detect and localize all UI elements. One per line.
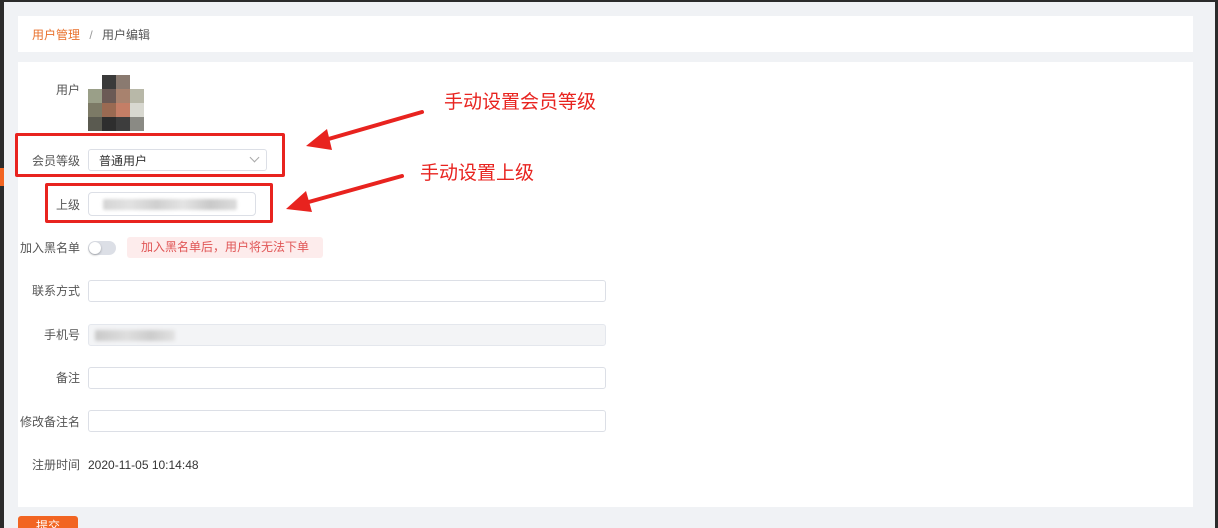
sidebar-active-marker <box>0 168 4 186</box>
breadcrumb-user-management-link[interactable]: 用户管理 <box>32 28 80 42</box>
toggle-knob <box>89 242 101 254</box>
user-label: 用户 <box>55 83 80 97</box>
window-frame-left <box>0 0 4 528</box>
annotation-text-superior: 手动设置上级 <box>420 162 535 184</box>
user-avatar <box>88 75 144 131</box>
contact-field[interactable] <box>88 280 606 302</box>
window-frame-top <box>0 0 1218 2</box>
blacklist-toggle[interactable] <box>88 241 116 255</box>
register-time-label: 注册时间 <box>31 458 80 472</box>
remark-field[interactable] <box>88 367 606 389</box>
submit-button[interactable]: 提交 <box>18 516 78 528</box>
breadcrumb-current: 用户编辑 <box>102 28 151 42</box>
annotation-box-member-level <box>15 133 285 177</box>
contact-label: 联系方式 <box>31 284 80 298</box>
phone-field <box>88 324 606 346</box>
contact-input[interactable] <box>89 281 605 301</box>
remark-name-label: 修改备注名 <box>19 415 80 429</box>
remark-name-input[interactable] <box>89 411 605 431</box>
breadcrumb-card: 用户管理 / 用户编辑 <box>18 16 1193 52</box>
breadcrumb-separator: / <box>89 28 93 42</box>
breadcrumb: 用户管理 / 用户编辑 <box>32 28 150 42</box>
phone-label: 手机号 <box>43 328 80 342</box>
phone-value-redacted <box>95 330 175 341</box>
remark-label: 备注 <box>55 371 80 385</box>
blacklist-tip: 加入黑名单后，用户将无法下单 <box>127 237 323 258</box>
blacklist-label: 加入黑名单 <box>19 241 80 255</box>
remark-input[interactable] <box>89 368 605 388</box>
annotation-box-superior <box>45 183 273 223</box>
register-time-value: 2020-11-05 10:14:48 <box>88 458 199 472</box>
annotation-text-member-level: 手动设置会员等级 <box>444 91 597 113</box>
remark-name-field[interactable] <box>88 410 606 432</box>
